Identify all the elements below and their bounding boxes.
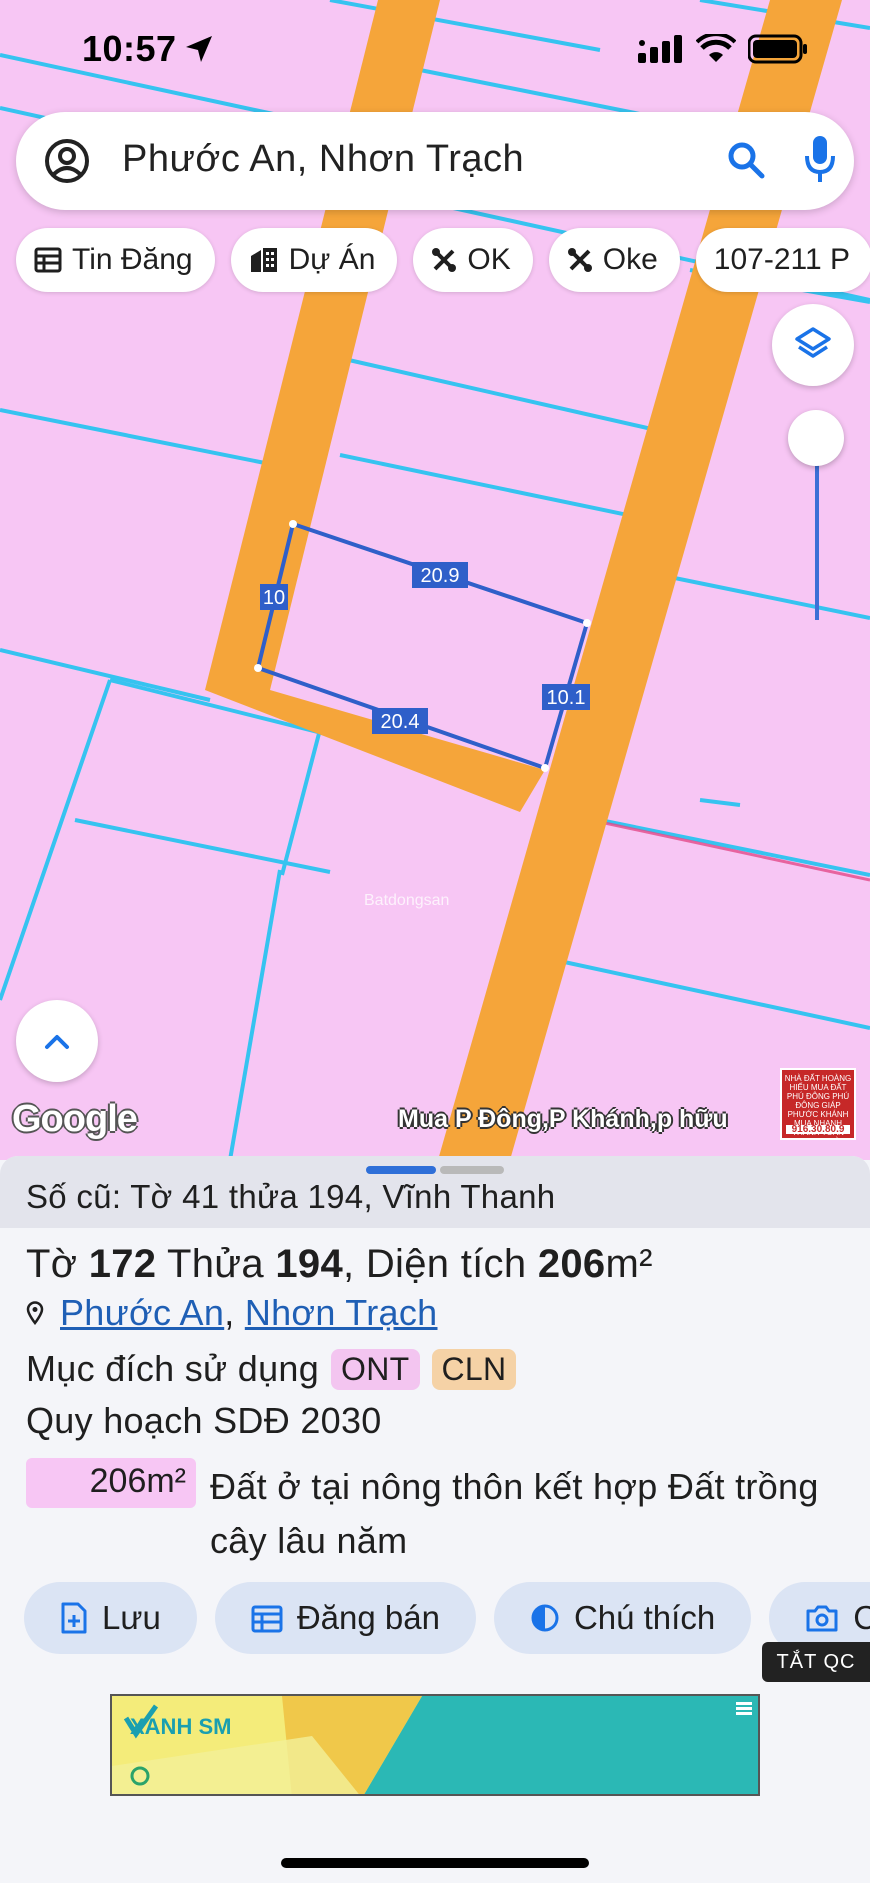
chip-ok[interactable]: OK	[413, 228, 533, 292]
post-sale-button[interactable]: Đăng bán	[214, 1582, 476, 1654]
list-icon	[34, 247, 62, 273]
parcel-summary: Tờ 172 Thửa 194, Diện tích 206m²	[26, 1242, 653, 1287]
action-buttons: Lưu Đăng bán Chú thích C	[24, 1582, 870, 1654]
area-unit: m²	[605, 1242, 653, 1286]
legend-label: Chú thích	[573, 1599, 716, 1636]
search-input[interactable]: Phước An, Nhơn Trạch	[122, 138, 524, 181]
expand-up-button[interactable]	[16, 1000, 98, 1082]
land-purpose-row: Mục đích sử dụng ONT CLN	[26, 1348, 517, 1390]
ad-banner-brand: XANH SM	[130, 1714, 232, 1739]
location-row: Phước An, Nhơn Trạch	[26, 1292, 438, 1334]
status-icons	[638, 34, 808, 64]
chip-oke[interactable]: Oke	[548, 228, 680, 292]
tools-icon	[432, 248, 457, 272]
dimension-bottom: 20.4	[381, 711, 420, 733]
map-ad-thumbnail[interactable]: NHÀ ĐẤT HOÀNG HIẾU MUA ĐẤT PHÚ ĐÔNG PHÚ …	[780, 1068, 856, 1140]
home-indicator[interactable]	[281, 1858, 589, 1868]
status-bar: 10:57	[0, 0, 870, 100]
ad-menu-icon[interactable]	[736, 1700, 752, 1716]
plan-description: Đất ở tại nông thôn kết hợp Đất trồng câ…	[210, 1466, 819, 1561]
sheet-handle-inactive[interactable]	[440, 1166, 504, 1174]
area-value: 206	[537, 1242, 606, 1286]
status-time: 10:57	[82, 28, 177, 69]
area-label: Diện tích	[365, 1242, 527, 1286]
calendar-icon	[251, 1605, 283, 1633]
chip-107-211[interactable]: 107-211 P	[695, 228, 870, 292]
building-icon	[250, 248, 277, 272]
ad-banner-art	[112, 1696, 422, 1794]
camera-label: C	[853, 1599, 870, 1636]
separator: ,	[343, 1242, 355, 1286]
sheet-label: Tờ	[26, 1242, 78, 1286]
legend-button[interactable]: Chú thích	[493, 1582, 752, 1654]
save-label: Lưu	[102, 1599, 161, 1636]
cellular-signal-icon	[638, 35, 682, 63]
hide-ads-button[interactable]: TẮT QC	[762, 1642, 870, 1682]
save-file-icon	[61, 1602, 87, 1634]
save-button[interactable]: Lưu	[24, 1582, 197, 1654]
map-view[interactable]: 20.9 10 10.1 20.4 Batdongsan 10:57 Phước…	[0, 0, 870, 1160]
chevron-up-icon	[45, 1035, 69, 1049]
wifi-icon	[696, 34, 736, 62]
plan-area-swatch: 206m²	[26, 1458, 196, 1508]
sheet-number: 172	[88, 1242, 157, 1286]
dimension-top: 20.9	[421, 565, 460, 587]
search-bar[interactable]: Phước An, Nhơn Trạch	[16, 112, 854, 210]
map-ad-caption[interactable]: Mua P Đông,P Khánh,p hữu	[398, 1105, 728, 1134]
chip-label: OK	[467, 243, 511, 276]
ad-banner[interactable]: XANH SM	[110, 1694, 760, 1796]
google-logo: Google	[12, 1098, 138, 1140]
location-links: Phước An, Nhơn Trạch	[60, 1292, 438, 1334]
dimension-right: 10.1	[547, 687, 586, 709]
search-icon[interactable]	[726, 140, 766, 180]
plan-label: Quy hoạch SDĐ 2030	[26, 1400, 382, 1441]
zoning-boundary	[599, 820, 870, 882]
filter-chips: Tin Đăng Dự Án OK Oke 107-211 P	[16, 228, 870, 292]
purpose-tag-cln[interactable]: CLN	[431, 1348, 517, 1390]
map-watermark: Batdongsan	[364, 892, 450, 909]
sheet-handle-active[interactable]	[366, 1166, 436, 1174]
purpose-tag-ont[interactable]: ONT	[331, 1348, 420, 1390]
tools-icon	[567, 248, 592, 272]
location-arrow-icon	[186, 36, 212, 62]
lot-label: Thửa	[167, 1242, 264, 1286]
layers-button[interactable]	[772, 304, 854, 386]
old-parcel-text: Số cũ: Tờ 41 thửa 194, Vĩnh Thanh	[26, 1178, 556, 1215]
ward-link[interactable]: Phước An	[60, 1292, 224, 1333]
location-pin-icon	[26, 1301, 44, 1325]
dimension-left: 10	[263, 587, 285, 609]
chip-label: 107-211 P	[713, 243, 851, 276]
opacity-slider-knob[interactable]	[788, 410, 844, 466]
purpose-label: Mục đích sử dụng	[26, 1348, 320, 1389]
chip-label: Dự Án	[288, 243, 376, 276]
battery-icon	[748, 34, 807, 64]
microphone-icon[interactable]	[804, 134, 836, 186]
chip-du-an[interactable]: Dự Án	[230, 228, 398, 292]
selected-lot[interactable]	[254, 520, 591, 772]
lot-number: 194	[275, 1242, 343, 1286]
opacity-slider-track[interactable]	[815, 440, 819, 620]
chip-label: Oke	[602, 243, 658, 276]
parcel-info-sheet: Số cũ: Tờ 41 thửa 194, Vĩnh Thanh Tờ 172…	[0, 1156, 870, 1883]
camera-icon	[806, 1605, 838, 1632]
chip-label: Tin Đăng	[72, 243, 193, 276]
layers-icon	[795, 327, 831, 358]
post-sale-label: Đăng bán	[296, 1599, 440, 1636]
chip-tin-dang[interactable]: Tin Đăng	[16, 228, 215, 292]
district-link[interactable]: Nhơn Trạch	[245, 1292, 438, 1333]
account-icon[interactable]	[44, 138, 90, 184]
ad-thumb-phone: 916.30.80.9	[786, 1125, 850, 1135]
contrast-icon	[531, 1604, 559, 1632]
separator: ,	[224, 1292, 245, 1333]
